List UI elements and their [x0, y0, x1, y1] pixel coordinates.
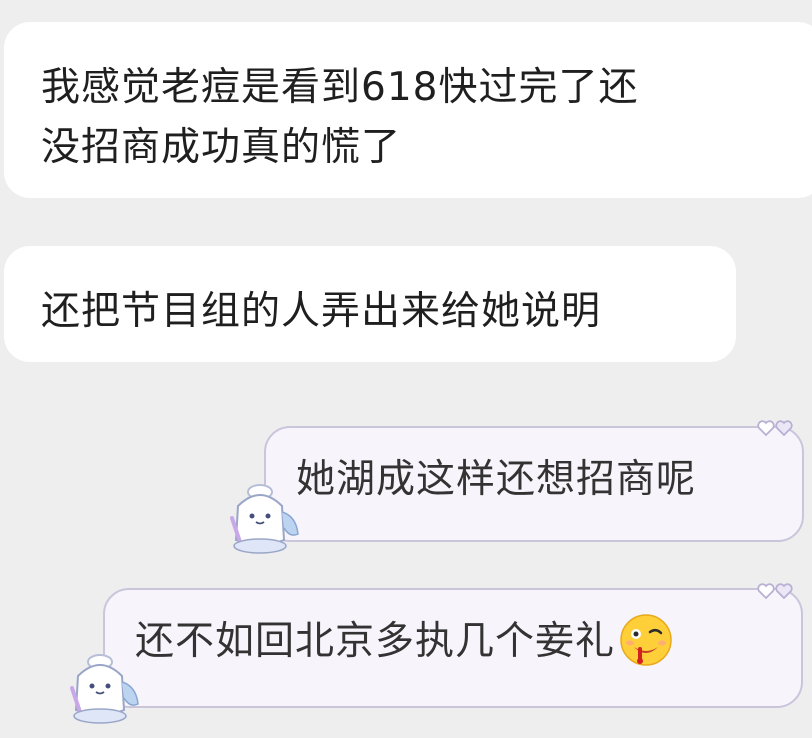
message-bubble-sent[interactable]: 她湖成这样还想招商呢 [264, 426, 804, 542]
message-text: 她湖成这样还想招商呢 [296, 457, 697, 502]
double-heart-icon [757, 583, 793, 600]
message-bubble-received[interactable]: 我感觉老痘是看到618快过完了还 没招商成功真的慌了 [4, 22, 812, 198]
mascot-sticker [70, 654, 139, 724]
message-text-line: 我感觉老痘是看到618快过完了还 [41, 65, 639, 110]
message-bubble-sent[interactable]: 还不如回北京多执几个妾礼 [103, 588, 803, 708]
message-text-line: 没招商成功真的慌了 [41, 125, 402, 170]
drooling-bleeding-face-emoji [620, 613, 672, 666]
mascot-sticker [230, 484, 299, 554]
double-heart-icon [757, 420, 793, 437]
message-bubble-received[interactable]: 还把节目组的人弄出来给她说明 [4, 246, 736, 362]
message-text: 还把节目组的人弄出来给她说明 [41, 289, 602, 334]
message-text: 还不如回北京多执几个妾礼 [135, 619, 616, 664]
